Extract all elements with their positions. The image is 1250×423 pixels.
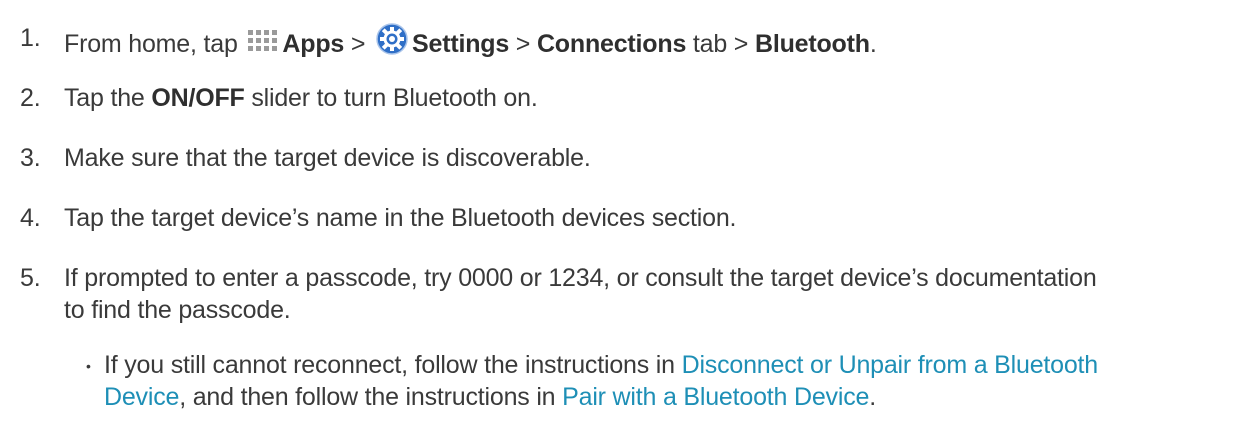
on-off-label: ON/OFF (151, 84, 245, 112)
pair-bluetooth-device-link[interactable]: Pair with a Bluetooth Device (562, 383, 869, 411)
step-text-line: to find the passcode. (64, 296, 291, 324)
step-text: If prompted to enter a passcode, try 000… (64, 262, 1240, 326)
separator: > (515, 30, 531, 58)
step-number: 3. (20, 144, 41, 172)
step-text: From home, tap Apps > Settings > Connect… (64, 22, 1240, 64)
step-text: Tap the target device’s name in the Blue… (64, 204, 737, 232)
settings-label: Settings (412, 30, 510, 58)
bullet-text-part: If you still cannot reconnect, follow th… (104, 351, 675, 379)
instructions-document: 1. From home, tap Apps > Settings > Conn… (0, 0, 1250, 423)
link-text[interactable]: Device (104, 383, 179, 411)
link-text[interactable]: Disconnect or Unpair from a Bluetooth (682, 351, 1099, 379)
bullet-text: If you still cannot reconnect, follow th… (104, 349, 1220, 413)
connections-label: Connections (536, 30, 687, 58)
apps-label: Apps (282, 30, 345, 58)
settings-gear-icon (374, 22, 410, 64)
bullet-text-part: , and then follow the instructions in (179, 383, 556, 411)
separator: > (350, 30, 366, 58)
step-number: 5. (20, 264, 41, 292)
bullet-icon: • (86, 358, 91, 374)
step-text-part: Tap the (64, 84, 145, 112)
bluetooth-label: Bluetooth (754, 30, 870, 58)
apps-grid-icon (246, 28, 280, 64)
step-text: Make sure that the target device is disc… (64, 144, 591, 172)
step-number: 1. (20, 24, 41, 52)
period: . (869, 30, 877, 58)
step-number: 4. (20, 204, 41, 232)
step-text-part: slider to turn Bluetooth on. (251, 84, 538, 112)
step-text-part: From home, tap (64, 30, 238, 58)
step-text-line: If prompted to enter a passcode, try 000… (64, 264, 1097, 292)
step-text-part: tab > (692, 30, 749, 58)
step-number: 2. (20, 84, 41, 112)
step-text: Tap the ON/OFF slider to turn Bluetooth … (64, 82, 1240, 114)
period: . (869, 383, 876, 411)
